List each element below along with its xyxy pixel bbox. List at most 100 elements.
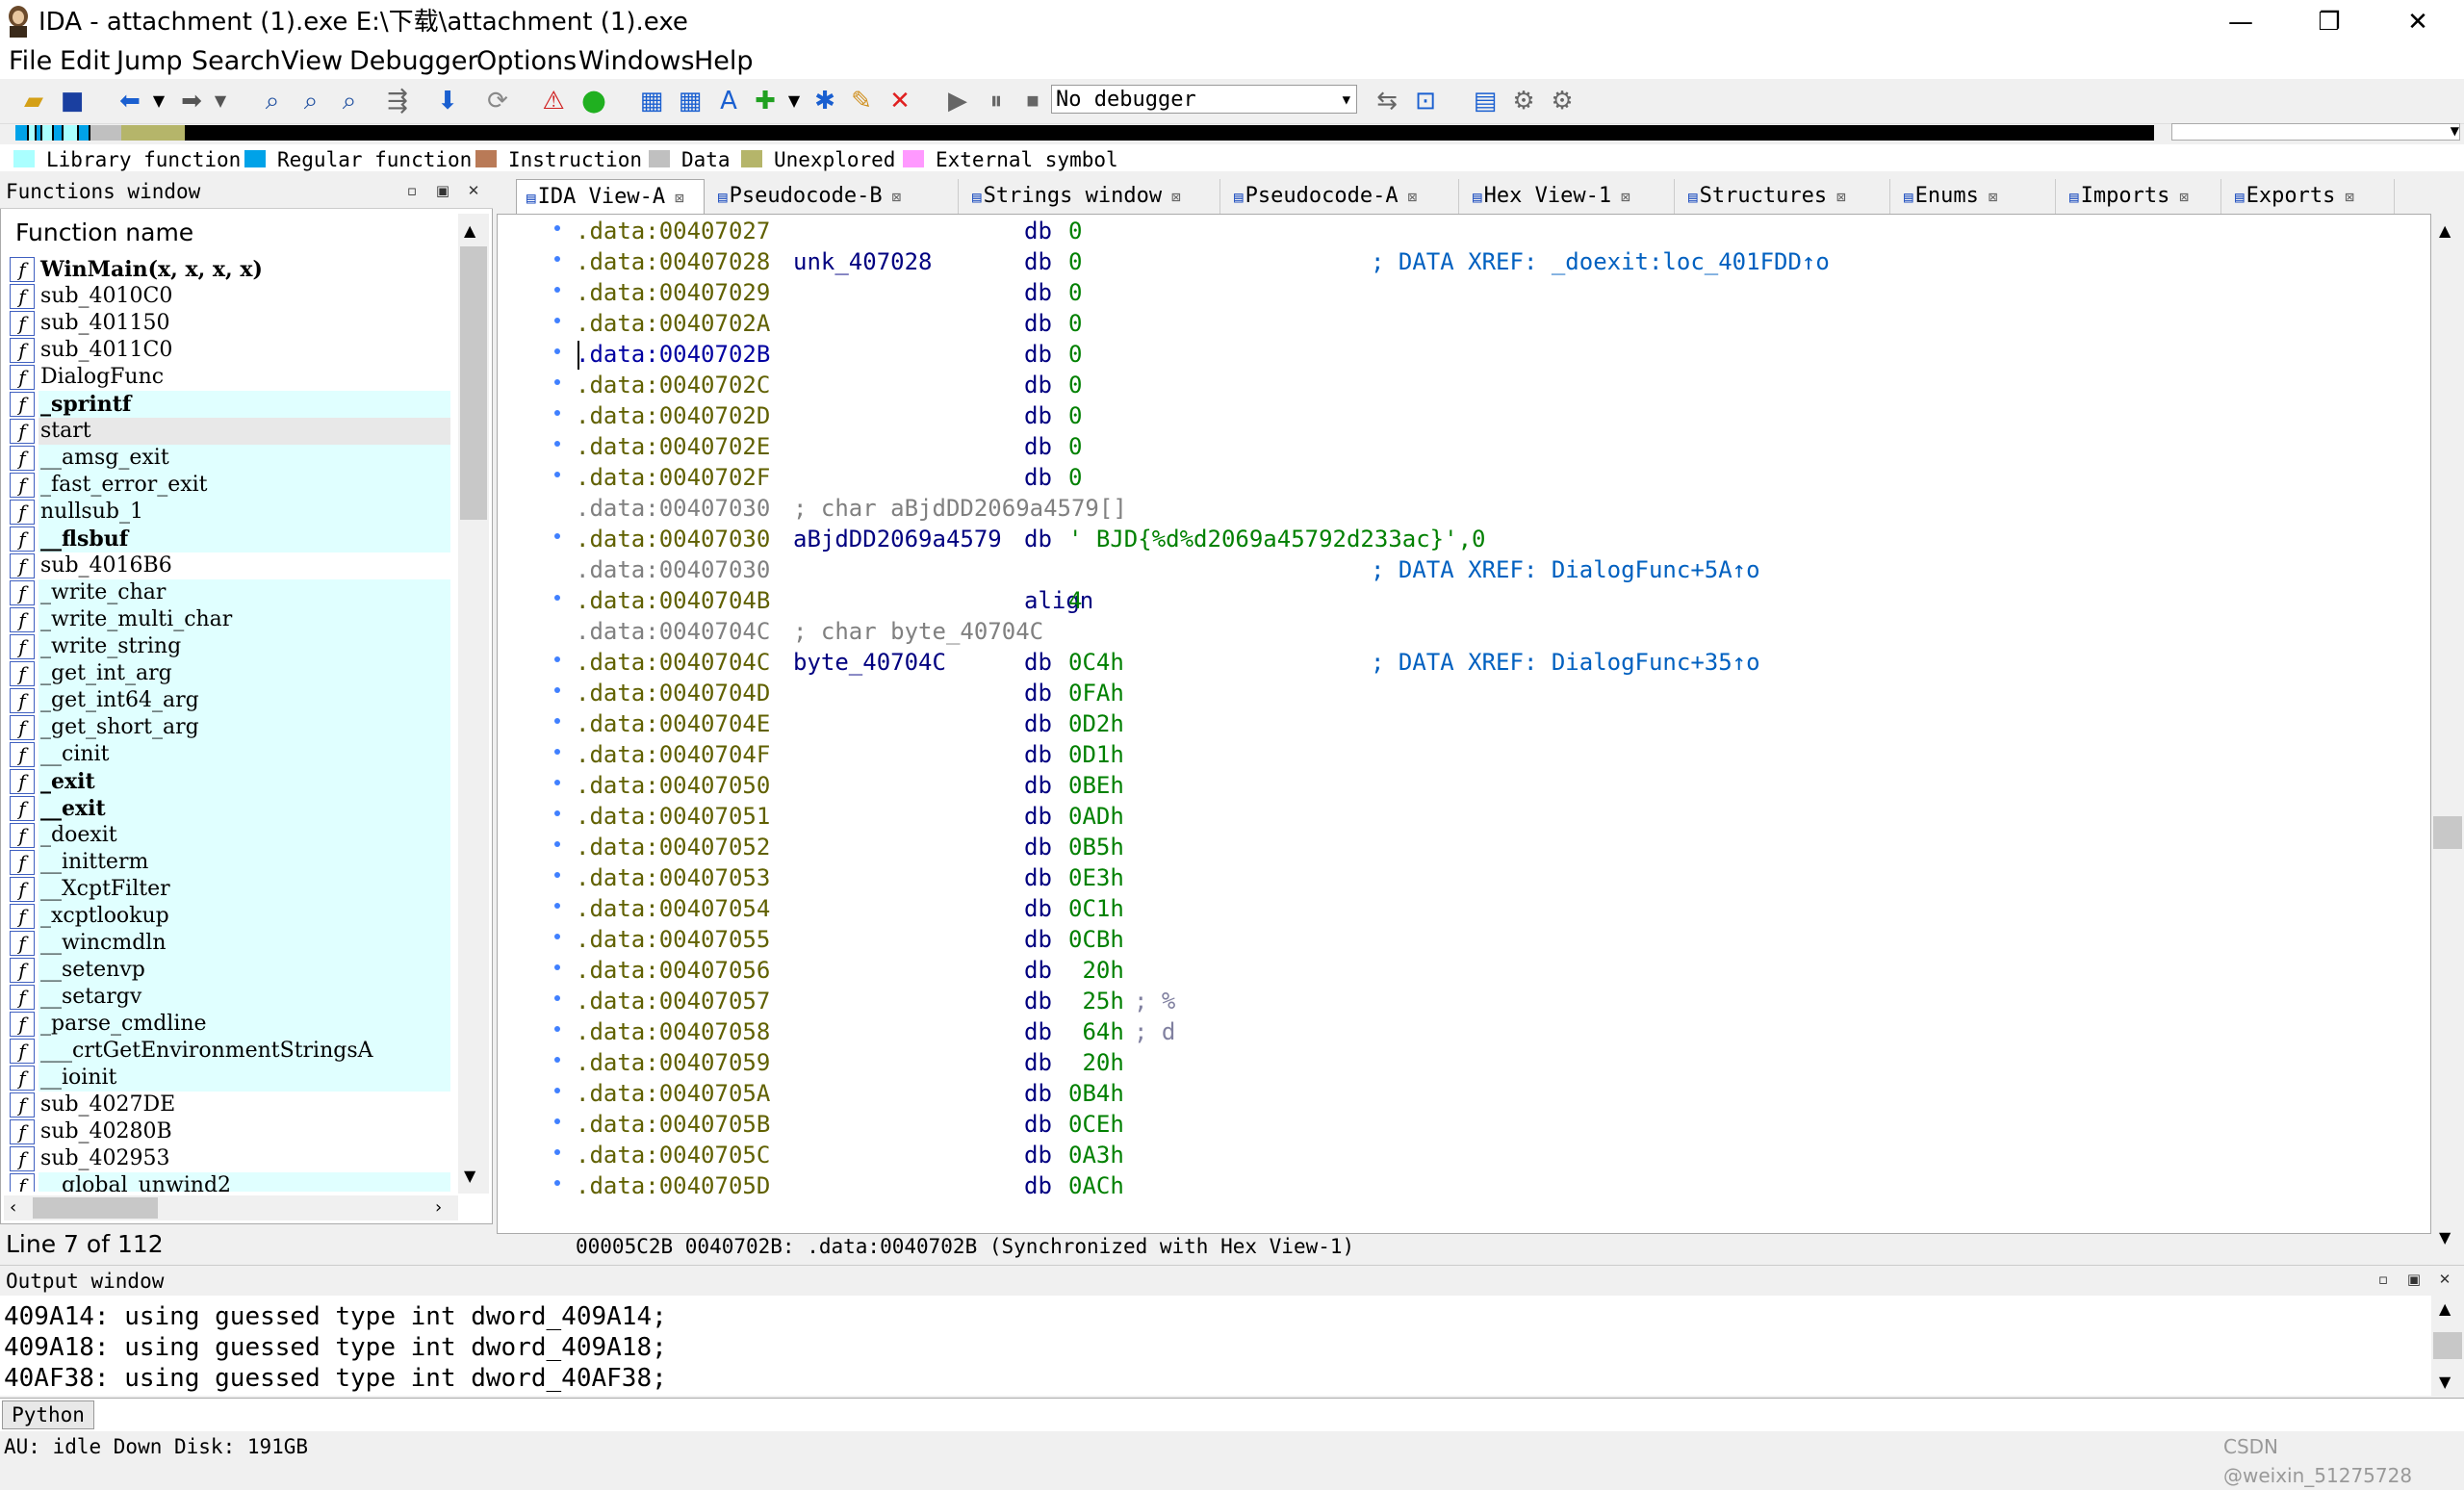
maximize-button[interactable]: ❐ xyxy=(2285,0,2374,44)
restore-icon[interactable]: ▫ xyxy=(2374,1270,2393,1289)
function-row[interactable]: f _fast_error_exit xyxy=(10,472,458,499)
tab-close-icon[interactable]: ⊠ xyxy=(1836,188,1846,206)
disassembly-line[interactable]: .data:0040705B db 0CEh xyxy=(576,1109,2424,1140)
disassembly-line[interactable]: .data:0040702D db 0 xyxy=(576,400,2424,431)
output-scroll-thumb[interactable] xyxy=(2433,1332,2462,1359)
disassembly-line[interactable]: .data:0040704B align 4 xyxy=(576,585,2424,616)
tab-close-icon[interactable]: ⊠ xyxy=(1989,188,1998,206)
function-row[interactable]: f _doexit xyxy=(10,822,458,849)
chevron-down-icon[interactable]: ▼ xyxy=(2439,1228,2451,1246)
function-name-column-header[interactable]: Function name xyxy=(4,214,468,252)
chevron-down-icon[interactable]: ▼ xyxy=(464,1167,475,1185)
disassembly-line[interactable]: .data:0040704F db 0D1h xyxy=(576,739,2424,770)
struct-icon[interactable]: ✚ xyxy=(749,85,782,117)
menu-jump[interactable]: Jump xyxy=(110,46,190,77)
disassembly-line[interactable]: .data:00407056 db 20h xyxy=(576,955,2424,986)
back-dropdown-icon[interactable]: ▼ xyxy=(142,85,175,117)
disassembly-line[interactable]: .data:00407027 db 0 xyxy=(576,216,2424,246)
function-row[interactable]: f __wincmdln xyxy=(10,930,458,957)
functions-hscroll-thumb[interactable] xyxy=(33,1197,158,1219)
disassembly-line[interactable]: .data:00407051 db 0ADh xyxy=(576,801,2424,832)
restore-icon[interactable]: ▫ xyxy=(402,181,422,200)
disassembly-line[interactable]: .data:00407030 ; char aBjdDD2069a4579[] xyxy=(576,493,2424,524)
menu-file[interactable]: File xyxy=(2,46,59,77)
tab-enums[interactable]: ▤Enums ⊠ xyxy=(1894,179,2056,214)
function-row[interactable]: f __initterm xyxy=(10,849,458,876)
disassembly-line[interactable]: .data:0040705D db 0ACh xyxy=(576,1170,2424,1201)
jump-down-icon[interactable]: ⬇ xyxy=(431,85,464,117)
text-search-icon[interactable]: ⌕ xyxy=(295,85,327,117)
function-row[interactable]: f sub_40280B xyxy=(10,1118,458,1145)
function-row[interactable]: f __exit xyxy=(10,795,458,822)
function-row[interactable]: f _write_multi_char xyxy=(10,606,458,633)
tab-close-icon[interactable]: ⊠ xyxy=(1171,188,1181,206)
forward-arrow-icon[interactable]: ➡ xyxy=(175,85,208,117)
menu-view[interactable]: View xyxy=(274,46,349,77)
breakpoint-icon[interactable]: ▤ xyxy=(1469,85,1502,117)
disassembly-line[interactable]: .data:00407030 aBjdDD2069a4579 db ' BJD{%d%… xyxy=(576,524,2424,554)
function-row[interactable]: f DialogFunc xyxy=(10,364,458,391)
disassembly-line[interactable]: .data:00407055 db 0CBh xyxy=(576,924,2424,955)
disassembly-line[interactable]: .data:00407053 db 0E3h xyxy=(576,862,2424,893)
function-row[interactable]: f _exit xyxy=(10,768,458,795)
tab-close-icon[interactable]: ⊠ xyxy=(892,188,902,206)
disassembly-line[interactable]: .data:0040705A db 0B4h xyxy=(576,1078,2424,1109)
green-circle-icon[interactable]: ● xyxy=(578,85,610,117)
function-row[interactable]: f __XcptFilter xyxy=(10,876,458,903)
command-line-input[interactable] xyxy=(0,1398,2464,1431)
function-row[interactable]: f __setenvp xyxy=(10,957,458,984)
function-row[interactable]: f sub_4016B6 xyxy=(10,552,458,579)
disassembly-line[interactable]: .data:00407050 db 0BEh xyxy=(576,770,2424,801)
disassembly-line[interactable]: .data:0040704C ; char byte_40704C xyxy=(576,616,2424,647)
play-icon[interactable]: ▶ xyxy=(941,85,974,117)
menu-debugger[interactable]: Debugger xyxy=(343,46,485,77)
menu-edit[interactable]: Edit xyxy=(53,46,116,77)
functions-scroll-thumb[interactable] xyxy=(460,246,487,520)
ascii-icon[interactable]: A xyxy=(712,85,745,117)
functions-list[interactable]: f WinMain(x, x, x, x) f sub_4010C0 f sub_4011… xyxy=(10,256,458,1192)
refresh-icon[interactable]: ⟳ xyxy=(481,85,514,117)
close-icon[interactable]: ✕ xyxy=(2435,1270,2454,1289)
function-row[interactable]: f sub_402953 xyxy=(10,1145,458,1172)
menu-search[interactable]: Search xyxy=(185,46,288,77)
menu-options[interactable]: Options xyxy=(470,46,583,77)
rename-icon[interactable]: ✎ xyxy=(845,85,878,117)
disassembly-vertical-scrollbar[interactable]: ▲ ▼ xyxy=(2431,214,2464,1255)
navigation-scroll[interactable]: ▼ xyxy=(2171,123,2460,141)
function-row[interactable]: f ___crtGetEnvironmentStringsA xyxy=(10,1038,458,1065)
function-row[interactable]: f __setargv xyxy=(10,984,458,1011)
disassembly-line[interactable]: .data:00407030 ; DATA XREF: DialogFunc+5A… xyxy=(576,554,2424,585)
chevron-up-icon[interactable]: ▲ xyxy=(2439,1299,2451,1318)
forward-dropdown-icon[interactable]: ▼ xyxy=(204,85,237,117)
close-button[interactable]: ✕ xyxy=(2374,0,2462,44)
menu-windows[interactable]: Windows xyxy=(572,46,702,77)
tab-imports[interactable]: ▤Imports ⊠ xyxy=(2060,179,2221,214)
delete-icon[interactable]: ✕ xyxy=(884,85,916,117)
disassembly-line[interactable]: .data:00407054 db 0C1h xyxy=(576,893,2424,924)
code-icon[interactable]: ▦ xyxy=(635,85,668,117)
trace-clear-icon[interactable]: ⚙ xyxy=(1546,85,1578,117)
tab-strings-window[interactable]: ▤Strings window ⊠ xyxy=(962,179,1220,214)
function-row[interactable]: f __amsg_exit xyxy=(10,445,458,472)
pause-icon[interactable]: ⏸ xyxy=(980,85,1013,117)
tab-pseudocode-b[interactable]: ▤Pseudocode-B ⊠ xyxy=(708,179,959,214)
function-row[interactable]: f __flsbuf xyxy=(10,526,458,552)
tab-close-icon[interactable]: ⊠ xyxy=(1408,188,1418,206)
process-icon[interactable]: ⊡ xyxy=(1409,85,1442,117)
tab-hex-view-1[interactable]: ▤Hex View-1 ⊠ xyxy=(1463,179,1675,214)
function-row[interactable]: f WinMain(x, x, x, x) xyxy=(10,256,458,283)
stop-icon[interactable]: ⏹ xyxy=(1016,85,1049,117)
tab-pseudocode-a[interactable]: ▤Pseudocode-A ⊠ xyxy=(1224,179,1459,214)
attach-icon[interactable]: ⇆ xyxy=(1371,85,1403,117)
function-row[interactable]: f _write_string xyxy=(10,633,458,660)
next-code-icon[interactable]: ⇶ xyxy=(381,85,414,117)
disassembly-line[interactable]: .data:0040702C db 0 xyxy=(576,370,2424,400)
chevron-left-icon[interactable]: ‹ xyxy=(10,1195,16,1220)
function-row[interactable]: f sub_4027DE xyxy=(10,1092,458,1118)
disassembly-scroll-thumb[interactable] xyxy=(2433,816,2462,849)
tab-close-icon[interactable]: ⊠ xyxy=(2345,188,2354,206)
disassembly-line[interactable]: .data:00407057 db 25h ; % xyxy=(576,986,2424,1016)
save-icon[interactable]: ■ xyxy=(56,85,89,117)
struct-dropdown-icon[interactable]: ▼ xyxy=(778,85,810,117)
function-row[interactable]: f _xcptlookup xyxy=(10,903,458,930)
